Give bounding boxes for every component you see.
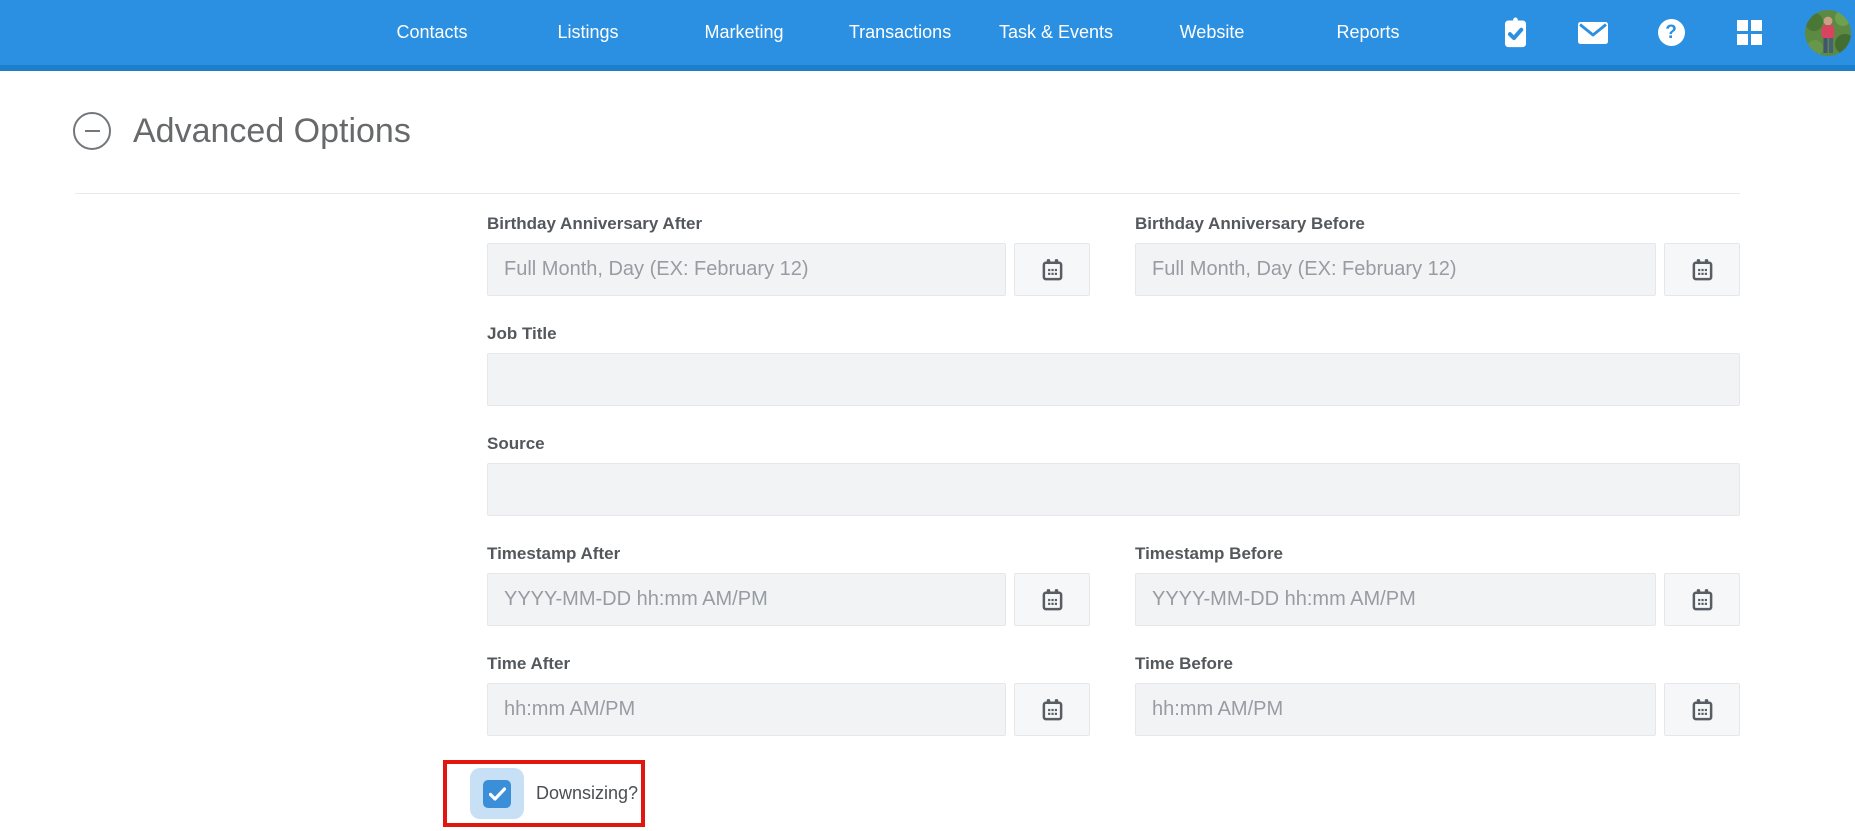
user-avatar[interactable] (1805, 9, 1851, 56)
field-timestamp-after: Timestamp After (487, 544, 1090, 626)
grid-glyph (1736, 20, 1762, 45)
calendar-icon (1042, 589, 1062, 611)
form-row: Timestamp After Timestamp Before (487, 544, 1740, 626)
time-before-input[interactable] (1135, 683, 1656, 736)
input-group (487, 243, 1090, 296)
input-group (487, 573, 1090, 626)
downsizing-label: Downsizing? (536, 783, 639, 803)
input-group (1135, 573, 1740, 626)
page-title: Advanced Options (133, 111, 411, 150)
envelope-glyph (1578, 21, 1608, 44)
question-mark-glyph: ? (1657, 19, 1685, 46)
field-label: Job Title (487, 324, 557, 343)
field-label: Birthday Anniversary After (487, 214, 703, 233)
job-title-input[interactable] (487, 353, 1740, 406)
clipboard-check-glyph (1504, 17, 1526, 48)
nav-item-task-events[interactable]: Task & Events (978, 22, 1134, 43)
nav-item-website[interactable]: Website (1134, 22, 1290, 43)
nav-item-contacts[interactable]: Contacts (354, 22, 510, 43)
tasks-clipboard-icon[interactable] (1495, 11, 1535, 55)
calendar-icon (1042, 259, 1062, 281)
field-source: Source (487, 434, 1740, 516)
birthday-anniversary-before-input[interactable] (1135, 243, 1656, 296)
field-label: Time Before (1135, 654, 1233, 673)
minus-icon (84, 130, 100, 132)
birthday-anniversary-after-input[interactable] (487, 243, 1006, 296)
nav-item-transactions[interactable]: Transactions (822, 22, 978, 43)
field-timestamp-before: Timestamp Before (1135, 544, 1740, 626)
calendar-picker-button[interactable] (1664, 683, 1740, 736)
form-row: Job Title (487, 324, 1740, 406)
advanced-options-form: Birthday Anniversary After Birthday Anni… (443, 194, 1740, 831)
nav-item-reports[interactable]: Reports (1290, 22, 1446, 43)
source-input[interactable] (487, 463, 1740, 516)
advanced-options-header: Advanced Options (73, 111, 1855, 151)
time-after-input[interactable] (487, 683, 1006, 736)
checkmark-icon (488, 786, 506, 801)
form-row: Time After Time Before (487, 654, 1740, 736)
field-label: Timestamp Before (1135, 544, 1284, 563)
nav-item-listings[interactable]: Listings (510, 22, 666, 43)
calendar-picker-button[interactable] (1014, 573, 1090, 626)
checkbox-checked (483, 779, 511, 808)
nav-links: Contacts Listings Marketing Transactions… (354, 22, 1446, 43)
field-time-before: Time Before (1135, 654, 1740, 736)
calendar-icon (1692, 699, 1712, 721)
help-icon[interactable]: ? (1651, 11, 1691, 55)
calendar-picker-button[interactable] (1664, 573, 1740, 626)
apps-grid-icon[interactable] (1729, 11, 1769, 55)
field-label: Timestamp After (487, 544, 621, 563)
calendar-icon (1692, 589, 1712, 611)
calendar-picker-button[interactable] (1014, 243, 1090, 296)
downsizing-checkbox[interactable] (470, 768, 524, 819)
timestamp-after-input[interactable] (487, 573, 1006, 626)
field-birthday-anniversary-after: Birthday Anniversary After (487, 214, 1090, 296)
field-label: Birthday Anniversary Before (1135, 214, 1365, 233)
calendar-picker-button[interactable] (1014, 683, 1090, 736)
calendar-picker-button[interactable] (1664, 243, 1740, 296)
calendar-icon (1692, 259, 1712, 281)
field-label: Time After (487, 654, 571, 673)
field-job-title: Job Title (487, 324, 1740, 406)
field-time-after: Time After (487, 654, 1090, 736)
form-row: Source (487, 434, 1740, 516)
form-row: Birthday Anniversary After Birthday Anni… (487, 214, 1740, 296)
calendar-icon (1042, 699, 1062, 721)
input-group (1135, 683, 1740, 736)
field-label: Source (487, 434, 545, 453)
input-group (1135, 243, 1740, 296)
input-group (487, 683, 1090, 736)
red-annotation-box: Downsizing? (443, 760, 645, 827)
field-birthday-anniversary-before: Birthday Anniversary Before (1135, 214, 1740, 296)
nav-icon-group: ? (1457, 9, 1855, 56)
collapse-toggle-button[interactable] (73, 112, 111, 150)
avatar-photo (1805, 9, 1851, 56)
top-navbar: Contacts Listings Marketing Transactions… (0, 0, 1855, 71)
nav-item-marketing[interactable]: Marketing (666, 22, 822, 43)
mail-icon[interactable] (1573, 11, 1613, 55)
timestamp-before-input[interactable] (1135, 573, 1656, 626)
